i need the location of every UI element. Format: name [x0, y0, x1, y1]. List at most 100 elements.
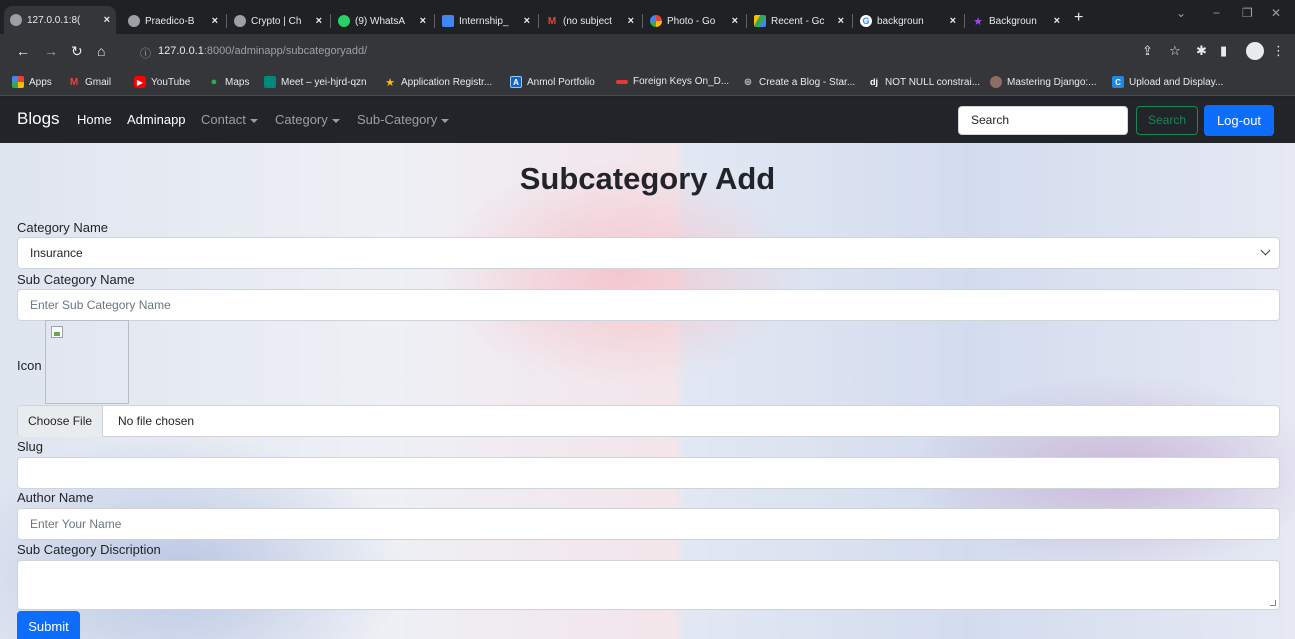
- tab-title: (no subject: [563, 15, 612, 27]
- search-input[interactable]: Search: [958, 106, 1128, 135]
- bookmark-application[interactable]: ★ Application Registr...: [384, 76, 492, 89]
- bookmark-create-blog[interactable]: ⊛ Create a Blog - Star...: [742, 76, 855, 88]
- close-tab-icon[interactable]: ×: [838, 15, 844, 27]
- bookmark-portfolio[interactable]: A Anmol Portfolio: [510, 76, 595, 88]
- nav-subcategory-dropdown[interactable]: Sub-Category: [357, 112, 450, 127]
- resize-handle-icon[interactable]: [1270, 600, 1276, 606]
- browser-tab-active[interactable]: 127.0.0.1:8( ×: [4, 6, 116, 34]
- category-select[interactable]: Insurance: [17, 237, 1280, 269]
- address-bar[interactable]: ⓘ 127.0.0.1:8000/adminapp/subcategoryadd…: [120, 38, 1295, 66]
- bookmark-meet[interactable]: Meet – yei-hjrd-qzn: [264, 76, 367, 88]
- docs-icon: [442, 15, 454, 27]
- tab-separator: [538, 14, 539, 28]
- maximize-icon[interactable]: ❐: [1242, 6, 1253, 20]
- nav-contact-dropdown[interactable]: Contact: [201, 112, 258, 127]
- author-input[interactable]: Enter Your Name: [17, 508, 1280, 540]
- browser-tab[interactable]: Recent - Gc ×: [748, 8, 850, 34]
- bookmark-foreign-keys[interactable]: Foreign Keys On_D...: [616, 76, 729, 87]
- browser-tab[interactable]: Internship_ ×: [436, 8, 536, 34]
- broken-image-icon: [51, 326, 63, 338]
- bookmark-maps[interactable]: ● Maps: [208, 76, 250, 88]
- brand-logo[interactable]: Blogs: [17, 109, 60, 129]
- tab-separator: [964, 14, 965, 28]
- gmail-icon: M: [547, 15, 557, 27]
- bookmark-upload-display[interactable]: C Upload and Display...: [1112, 76, 1223, 88]
- tab-title: Internship_: [459, 15, 509, 27]
- bookmark-label: Apps: [29, 76, 52, 88]
- slug-input[interactable]: [17, 457, 1280, 489]
- reload-icon[interactable]: ↻: [71, 43, 83, 59]
- bookmark-label: Gmail: [85, 76, 112, 88]
- extensions-icon[interactable]: ✱: [1196, 43, 1207, 59]
- close-tab-icon[interactable]: ×: [104, 14, 110, 26]
- icon-label: Icon: [17, 358, 42, 373]
- logout-button[interactable]: Log-out: [1204, 105, 1274, 136]
- close-tab-icon[interactable]: ×: [316, 15, 322, 27]
- tab-title: Backgroun: [989, 15, 1037, 27]
- bookmark-star-icon[interactable]: ☆: [1169, 43, 1181, 59]
- close-tab-icon[interactable]: ×: [212, 15, 218, 27]
- browser-tab[interactable]: Photo - Go ×: [644, 8, 744, 34]
- search-button[interactable]: Search: [1136, 106, 1198, 135]
- browser-tab[interactable]: Crypto | Ch ×: [228, 8, 328, 34]
- browser-tab[interactable]: ★ Backgroun ×: [966, 8, 1066, 34]
- sidepanel-icon[interactable]: ▮: [1220, 43, 1227, 59]
- bookmark-gmail[interactable]: M Gmail: [68, 76, 111, 88]
- url-text: 127.0.0.1:8000/adminapp/subcategoryadd/: [158, 45, 367, 57]
- icon-preview-image: [45, 320, 129, 404]
- bookmark-label: Upload and Display...: [1129, 76, 1224, 88]
- tab-title: Praedico-B: [145, 15, 195, 27]
- close-tab-icon[interactable]: ×: [1054, 15, 1060, 27]
- submit-button[interactable]: Submit: [17, 611, 80, 639]
- tab-title: backgroun: [877, 15, 924, 27]
- nav-home[interactable]: Home: [77, 112, 112, 127]
- browser-tab[interactable]: Praedico-B ×: [122, 8, 224, 34]
- globe-icon: [234, 15, 246, 27]
- drive-icon: [754, 15, 766, 27]
- chevron-down-icon: [1260, 245, 1271, 256]
- tab-separator: [746, 14, 747, 28]
- choose-file-button[interactable]: Choose File: [18, 406, 104, 437]
- close-tab-icon[interactable]: ×: [950, 15, 956, 27]
- bookmark-label: Create a Blog - Star...: [759, 76, 856, 88]
- browser-tab[interactable]: G backgroun ×: [854, 8, 962, 34]
- bookmark-label: Mastering Django:...: [1007, 76, 1097, 88]
- menu-dots-icon[interactable]: ⋮: [1272, 43, 1285, 59]
- home-icon[interactable]: ⌂: [97, 43, 105, 59]
- new-tab-button[interactable]: +: [1074, 8, 1083, 28]
- share-icon[interactable]: ⇪: [1142, 43, 1153, 59]
- bookmark-youtube[interactable]: ▶ YouTube: [134, 76, 190, 88]
- close-tab-icon[interactable]: ×: [732, 15, 738, 27]
- bookmark-label: Anmol Portfolio: [527, 76, 595, 88]
- tab-title: Crypto | Ch: [251, 15, 302, 27]
- minimize-icon[interactable]: −: [1213, 6, 1220, 20]
- category-selected-value: Insurance: [30, 246, 83, 260]
- photos-icon: [650, 15, 662, 27]
- close-tab-icon[interactable]: ×: [524, 15, 530, 27]
- forward-icon[interactable]: →: [44, 43, 58, 59]
- django-icon: dj: [870, 77, 878, 87]
- bookmark-mastering-django[interactable]: Mastering Django:...: [990, 76, 1097, 88]
- back-icon[interactable]: ←: [16, 43, 30, 59]
- close-tab-icon[interactable]: ×: [420, 15, 426, 27]
- browser-tab[interactable]: M (no subject ×: [540, 8, 640, 34]
- icon-file-input[interactable]: Choose File No file chosen: [17, 405, 1280, 437]
- bookmark-not-null[interactable]: dj NOT NULL constrai...: [868, 76, 980, 88]
- nav-adminapp[interactable]: Adminapp: [127, 112, 186, 127]
- bookmark-apps[interactable]: Apps: [12, 76, 52, 88]
- site-navbar: Blogs Home Adminapp Contact Category Sub…: [0, 97, 1295, 143]
- maps-icon: ●: [210, 76, 218, 88]
- globe-icon: [128, 15, 140, 27]
- profile-avatar[interactable]: [1246, 42, 1264, 60]
- bookmark-icon: [616, 79, 628, 84]
- browser-tab[interactable]: (9) WhatsA ×: [332, 8, 432, 34]
- tab-search-icon[interactable]: ⌄: [1176, 6, 1186, 20]
- close-window-icon[interactable]: ✕: [1271, 6, 1281, 20]
- info-icon[interactable]: ⓘ: [140, 45, 151, 61]
- apps-icon: [12, 76, 24, 88]
- whatsapp-icon: [338, 15, 350, 27]
- nav-category-dropdown[interactable]: Category: [275, 112, 340, 127]
- description-textarea[interactable]: [17, 560, 1280, 610]
- close-tab-icon[interactable]: ×: [628, 15, 634, 27]
- subcategory-input[interactable]: Enter Sub Category Name: [17, 289, 1280, 321]
